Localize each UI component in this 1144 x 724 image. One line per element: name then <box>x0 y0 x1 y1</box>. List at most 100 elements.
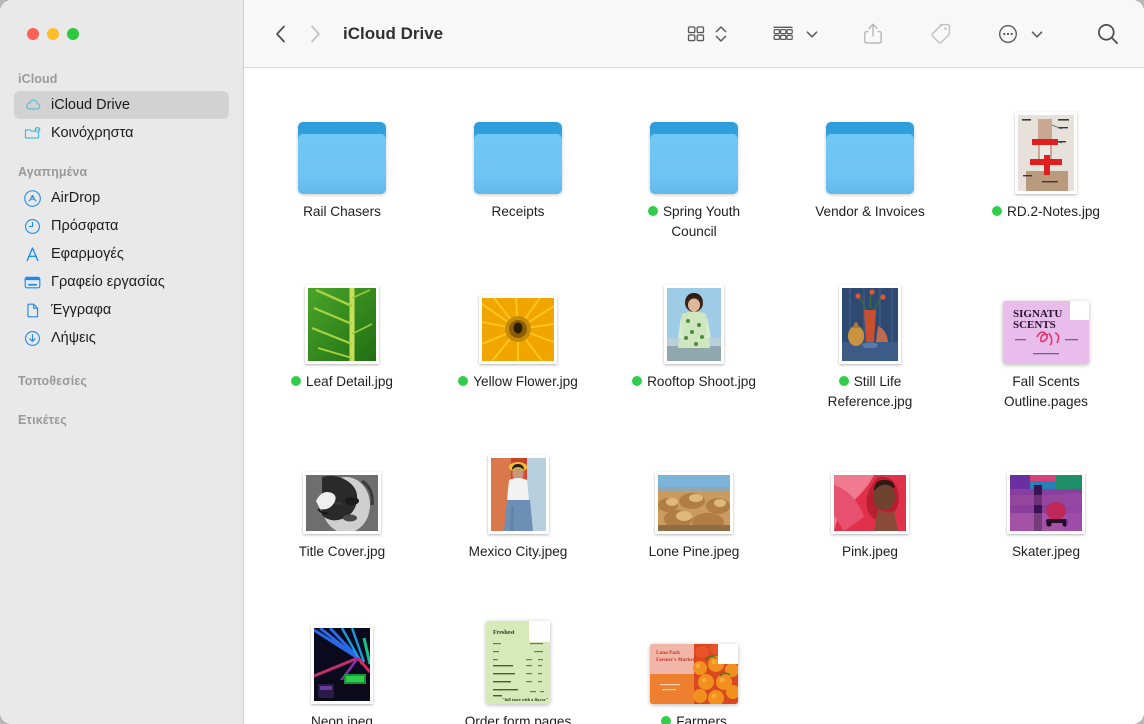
tag-icon <box>927 21 953 47</box>
sidebar-item-label: AirDrop <box>51 190 100 206</box>
photo-thumbnail <box>782 426 958 534</box>
group-by-icon[interactable] <box>770 22 796 46</box>
search-button[interactable] <box>1094 20 1122 48</box>
file-item[interactable]: Vendor & Invoices <box>782 86 958 256</box>
more-actions-button[interactable] <box>995 21 1044 47</box>
downloads-icon <box>23 329 42 348</box>
photo-thumbnail <box>430 256 606 364</box>
file-label: Title Cover.jpg <box>299 542 385 562</box>
file-label-text: Leaf Detail.jpg <box>306 374 393 389</box>
chevron-up-down-icon[interactable] <box>714 21 728 47</box>
sidebar-item-documents[interactable]: Έγγραφα <box>14 296 229 324</box>
file-item[interactable]: Spring Youth Council <box>606 86 782 256</box>
file-label: Skater.jpeg <box>1012 542 1080 562</box>
file-item[interactable]: Leaf Detail.jpg <box>254 256 430 426</box>
group-by-button[interactable] <box>770 22 819 46</box>
file-label: Rail Chasers <box>303 202 381 222</box>
file-label-text: Spring Youth Council <box>663 204 740 239</box>
chevron-down-icon[interactable] <box>1030 27 1044 41</box>
sidebar-item-applications[interactable]: Εφαρμογές <box>14 240 229 268</box>
green-tag-dot <box>648 206 658 216</box>
clock-icon <box>23 217 42 236</box>
sidebar: iCloud iCloud Drive Κοινόχρηστα Αγαπη <box>0 0 244 724</box>
file-label: Lone Pine.jpeg <box>649 542 740 562</box>
sidebar-item-recents[interactable]: Πρόσφατα <box>14 212 229 240</box>
file-item[interactable]: Yellow Flower.jpg <box>430 256 606 426</box>
file-item[interactable]: Freshest <box>430 596 606 724</box>
file-item[interactable]: Pink.jpeg <box>782 426 958 596</box>
shared-folder-icon <box>23 124 42 143</box>
chevron-down-icon[interactable] <box>805 27 819 41</box>
photo-thumbnail <box>782 256 958 364</box>
file-label: Still Life Reference.jpg <box>803 372 938 412</box>
file-item[interactable]: RD.2-Notes.jpg <box>958 86 1134 256</box>
file-label: Order form.pages <box>465 712 572 724</box>
photo-thumbnail <box>958 426 1134 534</box>
folder-icon <box>430 86 606 194</box>
file-item[interactable]: Skater.jpeg <box>958 426 1134 596</box>
share-button[interactable] <box>861 21 885 47</box>
file-item[interactable]: Mexico City.jpeg <box>430 426 606 596</box>
folder-icon <box>606 86 782 194</box>
photo-thumbnail <box>606 426 782 534</box>
file-label: Yellow Flower.jpg <box>458 372 578 392</box>
main-area: iCloud Drive <box>244 0 1144 724</box>
green-tag-dot <box>661 716 671 724</box>
file-label-text: Yellow Flower.jpg <box>473 374 578 389</box>
view-switcher[interactable] <box>684 21 728 47</box>
file-item[interactable]: Luna Park Farmer's Market Farmers M <box>606 596 782 724</box>
sidebar-item-downloads[interactable]: Λήψεις <box>14 324 229 352</box>
file-label-text: RD.2-Notes.jpg <box>1007 204 1100 219</box>
sidebar-item-label: Πρόσφατα <box>51 218 118 234</box>
desktop-icon <box>23 273 42 292</box>
file-item[interactable]: Title Cover.jpg <box>254 426 430 596</box>
green-tag-dot <box>291 376 301 386</box>
green-tag-dot <box>839 376 849 386</box>
svg-text:Freshest: Freshest <box>493 630 515 636</box>
pdf-document-icon: Luna Park Farmer's Market <box>606 596 782 704</box>
search-icon <box>1094 20 1122 48</box>
file-label-text: Farmers Market...acket.pdf <box>640 714 748 724</box>
green-tag-dot <box>458 376 468 386</box>
sidebar-item-icloud-drive[interactable]: iCloud Drive <box>14 91 229 119</box>
sidebar-item-shared[interactable]: Κοινόχρηστα <box>14 119 229 147</box>
applications-icon <box>23 245 42 264</box>
page-title: iCloud Drive <box>343 24 443 44</box>
sidebar-item-desktop[interactable]: Γραφείο εργασίας <box>14 268 229 296</box>
file-item[interactable]: Rail Chasers <box>254 86 430 256</box>
sidebar-item-label: iCloud Drive <box>51 97 130 113</box>
close-button[interactable] <box>27 28 39 40</box>
file-item[interactable]: Neon.jpeg <box>254 596 430 724</box>
file-item[interactable]: Rooftop Shoot.jpg <box>606 256 782 426</box>
green-tag-dot <box>992 206 1002 216</box>
more-ellipsis-icon[interactable] <box>995 21 1021 47</box>
svg-text:"full taste with a flavor": "full taste with a flavor" <box>502 697 548 702</box>
file-label: Pink.jpeg <box>842 542 898 562</box>
toolbar: iCloud Drive <box>244 0 1144 68</box>
minimize-button[interactable] <box>47 28 59 40</box>
folder-icon <box>254 86 430 194</box>
forward-button[interactable] <box>298 17 332 51</box>
file-item[interactable]: Still Life Reference.jpg <box>782 256 958 426</box>
grid-view-icon[interactable] <box>684 22 708 46</box>
photo-thumbnail <box>606 256 782 364</box>
file-item[interactable]: Lone Pine.jpeg <box>606 426 782 596</box>
sidebar-item-label: Λήψεις <box>51 330 96 346</box>
cloud-icon <box>23 96 42 115</box>
back-button[interactable] <box>264 17 298 51</box>
tags-button[interactable] <box>927 21 953 47</box>
sidebar-item-label: Γραφείο εργασίας <box>51 274 165 290</box>
photo-thumbnail <box>958 86 1134 194</box>
file-item[interactable]: SIGNATU SCENTS <box>958 256 1134 426</box>
file-label: Receipts <box>492 202 545 222</box>
svg-text:Farmer's Market: Farmer's Market <box>656 657 695 663</box>
file-item[interactable]: Receipts <box>430 86 606 256</box>
airdrop-icon <box>23 189 42 208</box>
svg-text:SCENTS: SCENTS <box>1013 319 1056 331</box>
file-list-scroll[interactable]: Rail Chasers Receipts Spring Youth <box>244 68 1144 724</box>
file-label-text: Receipts <box>492 204 545 219</box>
zoom-button[interactable] <box>67 28 79 40</box>
photo-thumbnail <box>254 596 430 704</box>
sidebar-section-tags: Ετικέτες <box>0 413 243 432</box>
sidebar-item-airdrop[interactable]: AirDrop <box>14 184 229 212</box>
